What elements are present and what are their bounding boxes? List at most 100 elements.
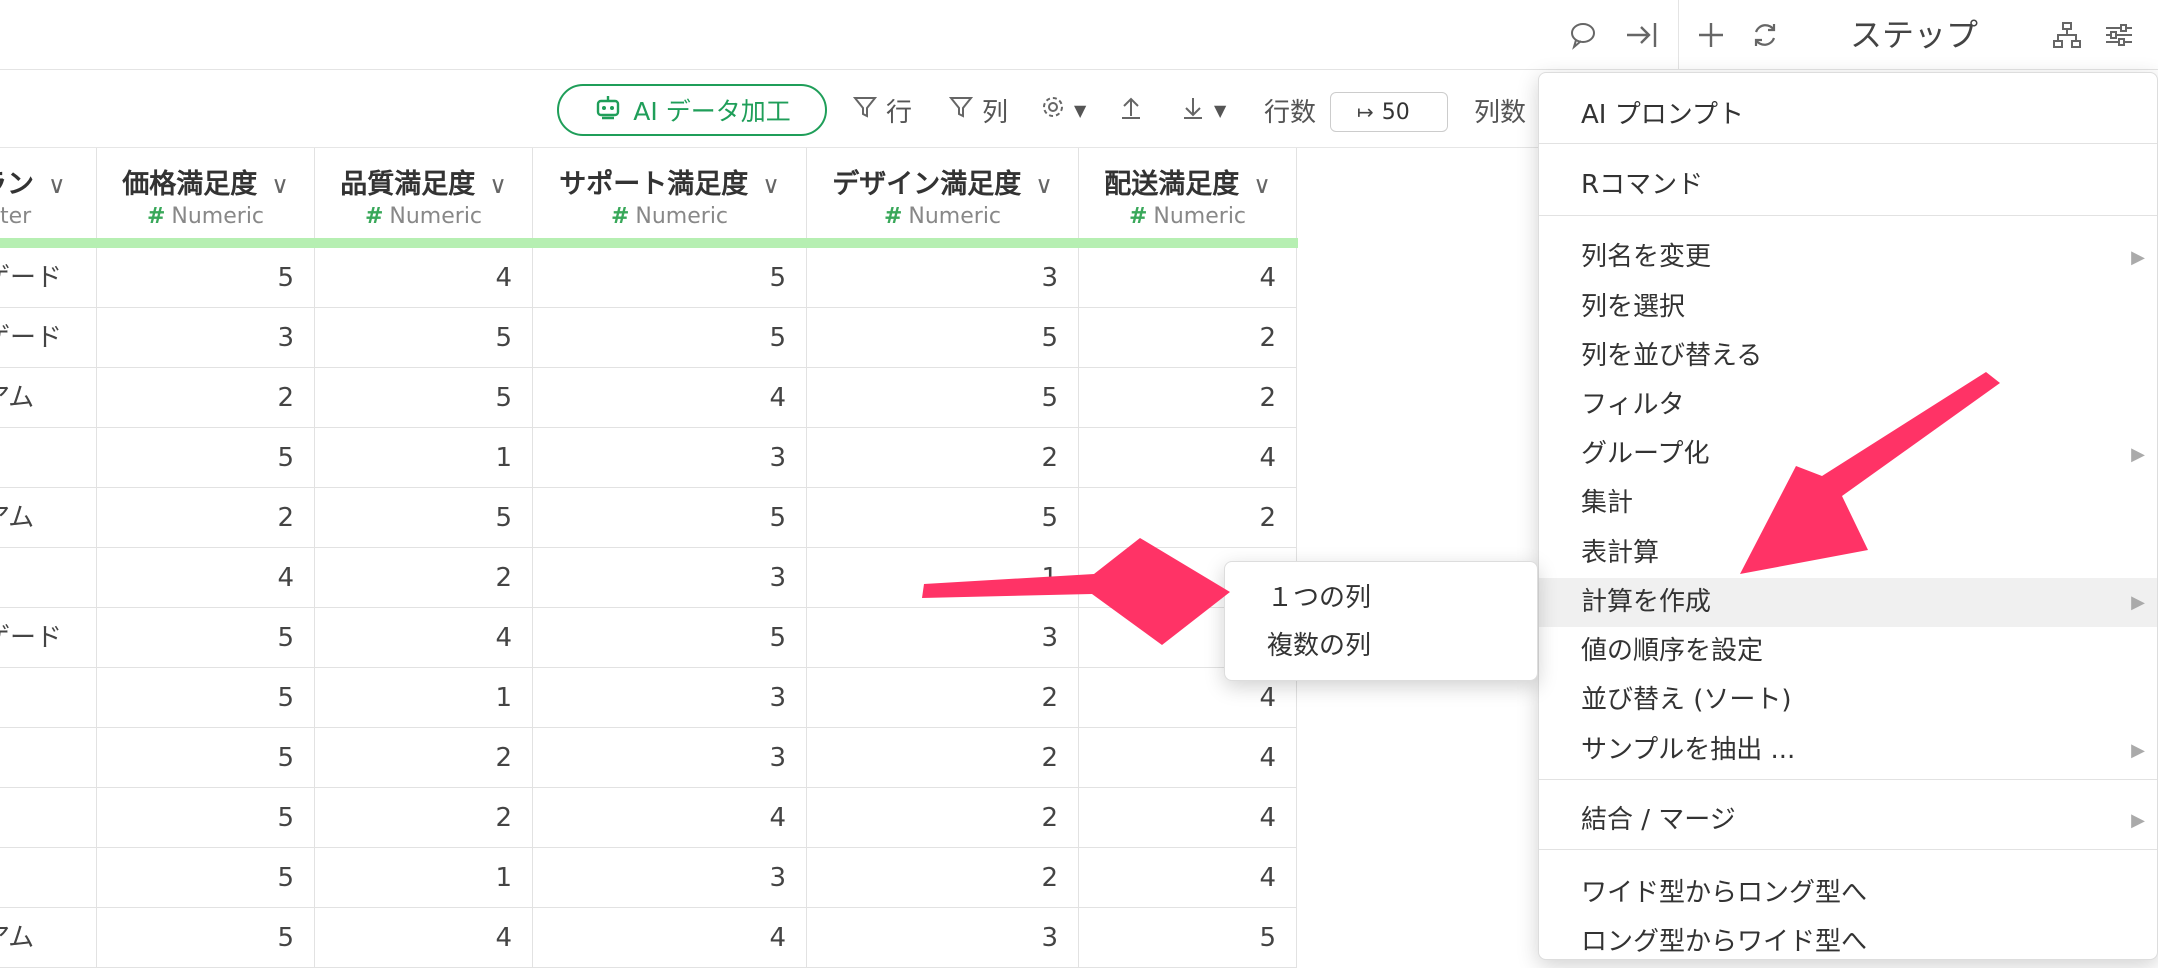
table-cell[interactable]: 1 <box>315 848 533 908</box>
table-cell[interactable]: 1 <box>315 428 533 488</box>
design-satisfaction-header[interactable]: デザイン満足度 ∨ # Numeric <box>807 148 1079 238</box>
plus-icon[interactable] <box>1690 14 1732 56</box>
table-cell[interactable]: 3 <box>533 848 807 908</box>
ai-data-processing-button[interactable]: AI データ加工 <box>557 84 827 136</box>
upload-button[interactable] <box>1118 88 1144 132</box>
table-cell[interactable]: 4 <box>1079 248 1297 308</box>
table-cell[interactable]: 5 <box>315 368 533 428</box>
refresh-icon[interactable] <box>1744 14 1786 56</box>
table-cell[interactable] <box>0 428 97 488</box>
table-cell[interactable] <box>0 728 97 788</box>
table-cell[interactable]: 2 <box>807 668 1079 728</box>
table-cell[interactable]: 5 <box>1079 908 1297 968</box>
table-cell[interactable]: 3 <box>533 728 807 788</box>
menu-item-ai-prompt[interactable]: AI プロンプト <box>1539 91 2157 140</box>
menu-item-long-to-wide[interactable]: ロング型からワイド型へ <box>1539 918 2157 959</box>
menu-item-join-merge[interactable]: 結合 / マージ ▶ <box>1539 796 2157 845</box>
table-cell[interactable]: 4 <box>533 908 807 968</box>
lane-header[interactable]: ラン ∨ ter <box>0 148 97 238</box>
column-filter-button[interactable]: 列 <box>948 88 1008 132</box>
table-cell[interactable]: 3 <box>533 428 807 488</box>
price-satisfaction-header[interactable]: 価格満足度 ∨ # Numeric <box>97 148 315 238</box>
table-cell[interactable]: 2 <box>807 788 1079 848</box>
table-cell[interactable]: 4 <box>315 608 533 668</box>
table-cell[interactable]: 4 <box>315 248 533 308</box>
table-cell[interactable] <box>0 668 97 728</box>
menu-item-sort[interactable]: 並び替え (ソート) <box>1539 676 2157 725</box>
menu-item-summarize[interactable]: 集計 <box>1539 479 2157 528</box>
menu-item-create-calculation[interactable]: 計算を作成 ▶ <box>1539 578 2157 627</box>
table-cell[interactable]: 5 <box>97 848 315 908</box>
table-cell[interactable]: 4 <box>97 548 315 608</box>
menu-item-rename-columns[interactable]: 列名を変更 ▶ <box>1539 233 2157 282</box>
table-cell[interactable]: 4 <box>533 788 807 848</box>
table-cell[interactable] <box>0 788 97 848</box>
table-cell[interactable] <box>0 548 97 608</box>
quality-satisfaction-header[interactable]: 品質満足度 ∨ # Numeric <box>315 148 533 238</box>
chevron-down-icon[interactable]: ∨ <box>271 171 289 199</box>
table-cell[interactable]: 3 <box>807 908 1079 968</box>
menu-item-select-columns[interactable]: 列を選択 <box>1539 283 2157 332</box>
hierarchy-icon[interactable] <box>2046 14 2088 56</box>
table-cell[interactable]: 5 <box>807 368 1079 428</box>
table-cell[interactable]: 5 <box>97 728 315 788</box>
table-cell[interactable]: 5 <box>807 488 1079 548</box>
table-cell[interactable]: 2 <box>1079 308 1297 368</box>
rows-count-input[interactable]: ↦ 50 <box>1330 92 1448 132</box>
chevron-down-icon[interactable]: ∨ <box>1253 171 1271 199</box>
sliders-icon[interactable] <box>2098 14 2140 56</box>
table-cell[interactable]: 4 <box>1079 728 1297 788</box>
menu-item-group-by[interactable]: グループ化 ▶ <box>1539 430 2157 479</box>
menu-item-wide-to-long[interactable]: ワイド型からロング型へ <box>1539 869 2157 918</box>
table-cell[interactable]: 2 <box>807 848 1079 908</box>
arrow-right-to-line-icon[interactable] <box>1620 14 1662 56</box>
table-cell[interactable]: 2 <box>97 488 315 548</box>
table-cell[interactable]: 5 <box>315 488 533 548</box>
table-cell[interactable] <box>0 848 97 908</box>
menu-item-filter[interactable]: フィルタ <box>1539 381 2157 430</box>
chevron-down-icon[interactable]: ∨ <box>762 171 780 199</box>
menu-item-window-calc[interactable]: 表計算 <box>1539 529 2157 578</box>
table-cell[interactable]: 5 <box>97 248 315 308</box>
menu-item-reorder-columns[interactable]: 列を並び替える <box>1539 332 2157 381</box>
table-cell[interactable]: 5 <box>533 608 807 668</box>
table-cell[interactable]: 5 <box>533 248 807 308</box>
menu-item-r-command[interactable]: Rコマンド <box>1539 161 2157 210</box>
table-cell[interactable]: 5 <box>97 908 315 968</box>
table-cell[interactable]: 2 <box>807 728 1079 788</box>
table-cell[interactable]: 2 <box>315 548 533 608</box>
table-cell[interactable]: ゲード <box>0 308 97 368</box>
settings-dropdown-button[interactable]: ▼ <box>1040 88 1086 132</box>
table-cell[interactable]: 2 <box>1079 488 1297 548</box>
comment-icon[interactable] <box>1562 14 1604 56</box>
table-cell[interactable]: 5 <box>97 788 315 848</box>
table-cell[interactable]: 5 <box>807 308 1079 368</box>
table-cell[interactable]: 5 <box>533 488 807 548</box>
table-cell[interactable]: 4 <box>1079 848 1297 908</box>
menu-item-sample[interactable]: サンプルを抽出 ... ▶ <box>1539 726 2157 775</box>
table-cell[interactable]: ゲード <box>0 608 97 668</box>
download-dropdown-button[interactable]: ▼ <box>1180 88 1226 132</box>
table-cell[interactable]: 4 <box>1079 788 1297 848</box>
submenu-item-multiple-columns[interactable]: 複数の列 <box>1267 622 1371 670</box>
submenu-item-single-column[interactable]: １つの列 <box>1267 574 1371 622</box>
row-filter-button[interactable]: 行 <box>852 88 912 132</box>
table-cell[interactable]: 2 <box>1079 368 1297 428</box>
table-cell[interactable]: 5 <box>533 308 807 368</box>
chevron-down-icon[interactable]: ∨ <box>48 171 66 199</box>
table-cell[interactable]: 1 <box>315 668 533 728</box>
menu-item-set-value-order[interactable]: 値の順序を設定 <box>1539 627 2157 676</box>
delivery-satisfaction-header[interactable]: 配送満足度 ∨ # Numeric <box>1079 148 1297 238</box>
chevron-down-icon[interactable]: ∨ <box>1035 171 1053 199</box>
table-cell[interactable]: 3 <box>807 608 1079 668</box>
table-cell[interactable]: ゲード <box>0 248 97 308</box>
table-cell[interactable]: 5 <box>97 428 315 488</box>
table-cell[interactable]: 3 <box>533 668 807 728</box>
table-cell[interactable]: 2 <box>315 788 533 848</box>
table-cell[interactable]: 2 <box>315 728 533 788</box>
table-cell[interactable]: アム <box>0 488 97 548</box>
table-cell[interactable]: 3 <box>97 308 315 368</box>
table-cell[interactable]: 1 <box>807 548 1079 608</box>
table-cell[interactable]: 2 <box>97 368 315 428</box>
table-cell[interactable]: 4 <box>533 368 807 428</box>
